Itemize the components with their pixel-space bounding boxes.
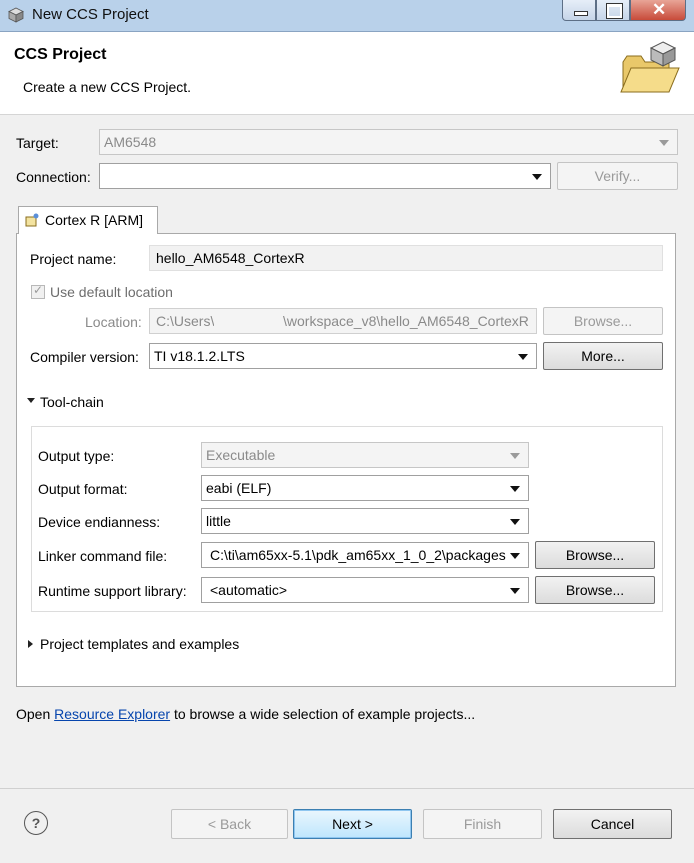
help-icon[interactable]: ? <box>24 811 48 835</box>
back-button[interactable]: < Back <box>171 809 288 839</box>
checkmark-icon: ✓ <box>33 283 44 297</box>
compiler-version-label: Compiler version: <box>30 349 139 365</box>
new-project-folder-icon <box>617 36 687 98</box>
page-title: CCS Project <box>14 46 107 63</box>
output-type-label: Output type: <box>38 448 115 464</box>
project-name-label: Project name: <box>30 251 117 267</box>
linker-command-file-label: Linker command file: <box>38 548 168 564</box>
chevron-down-icon <box>510 453 520 459</box>
runtime-support-library-value: <automatic> <box>210 582 288 598</box>
footer-divider <box>0 788 694 789</box>
maximize-icon <box>606 3 623 19</box>
wizard-header <box>0 32 694 115</box>
collapsed-triangle-icon[interactable] <box>28 640 33 648</box>
location-input[interactable]: C:\Users\ \workspace_v8\hello_AM6548_Cor… <box>149 308 537 334</box>
location-label: Location: <box>85 314 142 330</box>
minimize-icon <box>574 11 588 16</box>
tab-label: Cortex R [ARM] <box>45 212 144 228</box>
output-format-select[interactable]: eabi (ELF) <box>201 475 529 501</box>
chevron-down-icon <box>510 519 520 525</box>
location-value-suffix: \workspace_v8\hello_AM6548_CortexR <box>283 313 529 329</box>
project-templates-section-label[interactable]: Project templates and examples <box>40 636 239 652</box>
more-button[interactable]: More... <box>543 342 663 370</box>
chevron-down-icon <box>532 174 542 180</box>
tab-cortex-r[interactable]: Cortex R [ARM] <box>18 206 158 234</box>
finish-button[interactable]: Finish <box>423 809 542 839</box>
chevron-down-icon <box>518 354 528 360</box>
linker-browse-button[interactable]: Browse... <box>535 541 655 569</box>
location-browse-button[interactable]: Browse... <box>543 307 663 335</box>
project-tab-icon <box>25 213 39 227</box>
next-button[interactable]: Next > <box>293 809 412 839</box>
linker-command-file-value: C:\ti\am65xx-5.1\pdk_am65xx_1_0_2\packag… <box>210 547 506 563</box>
close-icon: ✕ <box>652 0 667 19</box>
resource-explorer-text: Open Resource Explorer to browse a wide … <box>16 706 475 722</box>
device-endianness-select[interactable]: little <box>201 508 529 534</box>
resource-text-suffix: to browse a wide selection of example pr… <box>170 706 476 722</box>
close-button[interactable]: ✕ <box>630 0 686 21</box>
chevron-down-icon <box>510 553 520 559</box>
location-value-prefix: C:\Users\ <box>156 313 215 329</box>
linker-command-file-select[interactable]: C:\ti\am65xx-5.1\pdk_am65xx_1_0_2\packag… <box>201 542 529 568</box>
runtime-support-library-label: Runtime support library: <box>38 583 187 599</box>
target-value: AM6548 <box>104 134 157 150</box>
chevron-down-icon <box>659 140 669 146</box>
output-type-value: Executable <box>206 447 276 463</box>
use-default-location-checkbox[interactable]: ✓ <box>31 283 45 299</box>
device-endianness-label: Device endianness: <box>38 514 161 530</box>
output-format-label: Output format: <box>38 481 128 497</box>
runtime-browse-button[interactable]: Browse... <box>535 576 655 604</box>
project-name-input[interactable]: hello_AM6548_CortexR <box>149 245 663 271</box>
page-description: Create a new CCS Project. <box>23 79 192 95</box>
target-label: Target: <box>16 135 59 151</box>
output-format-value: eabi (ELF) <box>206 480 272 496</box>
runtime-support-library-select[interactable]: <automatic> <box>201 577 529 603</box>
connection-select[interactable] <box>99 163 551 189</box>
project-name-value: hello_AM6548_CortexR <box>156 250 305 266</box>
cancel-button[interactable]: Cancel <box>553 809 672 839</box>
resource-explorer-link[interactable]: Resource Explorer <box>54 706 170 722</box>
maximize-button[interactable] <box>596 0 630 21</box>
output-type-select[interactable]: Executable <box>201 442 529 468</box>
ccs-app-icon <box>8 7 24 23</box>
window-title: New CCS Project <box>32 6 149 23</box>
chevron-down-icon <box>510 486 520 492</box>
minimize-button[interactable] <box>562 0 596 21</box>
target-select[interactable]: AM6548 <box>99 129 678 155</box>
chevron-down-icon <box>510 588 520 594</box>
device-endianness-value: little <box>206 513 231 529</box>
compiler-version-select[interactable]: TI v18.1.2.LTS <box>149 343 537 369</box>
verify-button[interactable]: Verify... <box>557 162 678 190</box>
compiler-version-value: TI v18.1.2.LTS <box>154 348 245 364</box>
resource-text-prefix: Open <box>16 706 55 722</box>
connection-label: Connection: <box>16 169 91 185</box>
toolchain-section-label[interactable]: Tool-chain <box>40 394 104 410</box>
expanded-triangle-icon[interactable] <box>27 398 35 403</box>
use-default-location-label: Use default location <box>50 284 173 300</box>
